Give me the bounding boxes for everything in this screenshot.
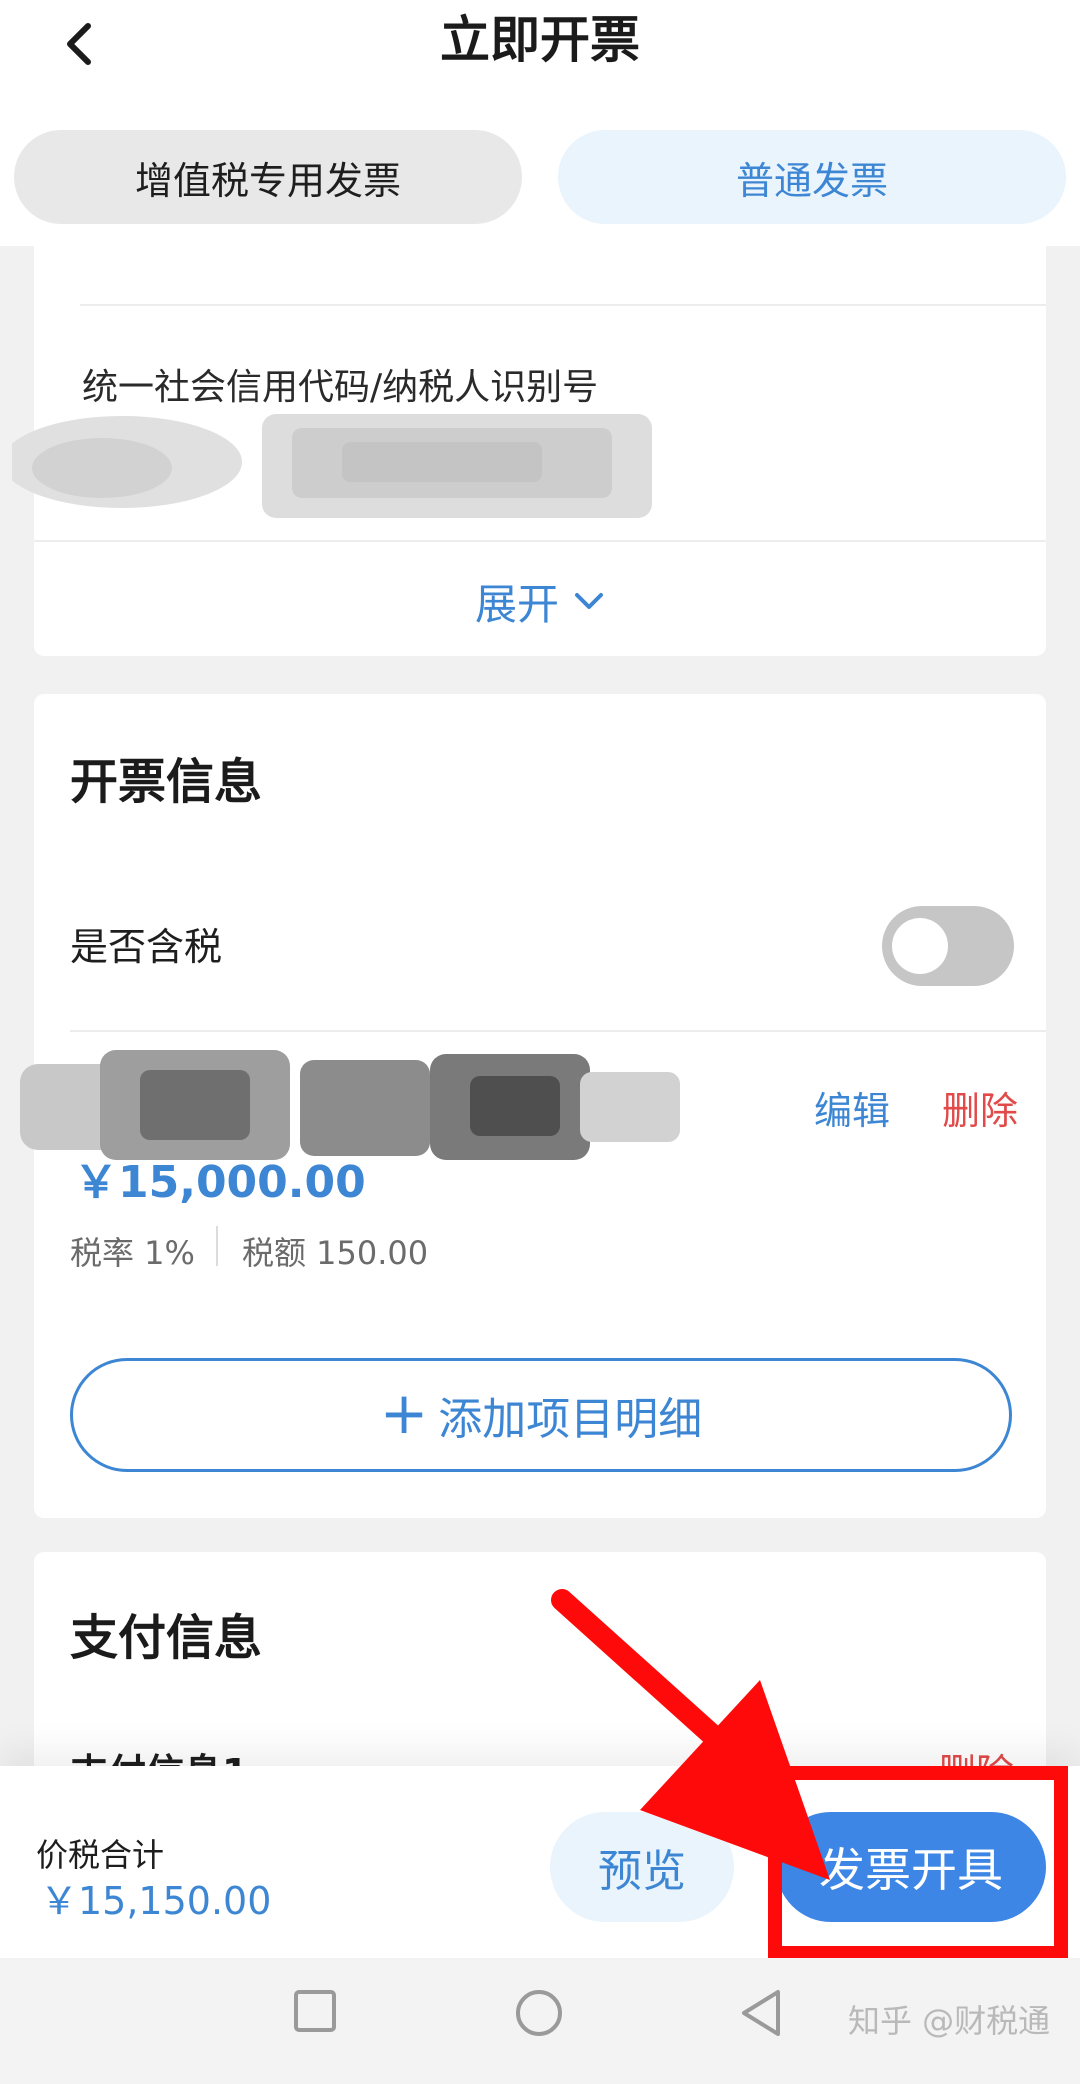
expand-label: 展开 bbox=[474, 579, 559, 629]
toggle-knob bbox=[892, 918, 948, 974]
divider bbox=[80, 304, 1046, 306]
chevron-down-icon bbox=[575, 593, 603, 609]
page-title: 立即开票 bbox=[440, 11, 640, 69]
invoice-info-card: 开票信息 是否含税 编辑 删除 ￥15,000.00 税率 1% 税额 150.… bbox=[20, 694, 1046, 1518]
item-tax-rate: 税率 1% bbox=[70, 1234, 195, 1272]
section-title-invoice-info: 开票信息 bbox=[70, 754, 263, 810]
tab-normal-invoice[interactable]: 普通发票 bbox=[558, 130, 1066, 224]
home-icon[interactable] bbox=[514, 1988, 564, 2038]
payment-info-card: 支付信息 支付信息1 删除 bbox=[34, 1552, 1046, 1795]
divider bbox=[216, 1226, 218, 1266]
add-item-button[interactable]: + 添加项目明细 bbox=[70, 1358, 1012, 1472]
recent-apps-icon[interactable] bbox=[292, 1988, 338, 2034]
edit-item-link[interactable]: 编辑 bbox=[814, 1080, 890, 1135]
item-tax-amount: 税额 150.00 bbox=[242, 1234, 429, 1272]
total-value: ￥15,150.00 bbox=[40, 1879, 272, 1923]
tab-vat-special-invoice[interactable]: 增值税专用发票 bbox=[14, 130, 522, 224]
add-item-label: 添加项目明细 bbox=[438, 1394, 703, 1445]
expand-button[interactable]: 展开 bbox=[34, 566, 1046, 636]
back-nav-icon[interactable] bbox=[738, 1988, 784, 2038]
delete-item-link[interactable]: 删除 bbox=[942, 1080, 1018, 1135]
annotation-highlight-box bbox=[768, 1766, 1068, 1960]
watermark: 知乎 @财税通 bbox=[848, 2002, 1051, 2040]
buyer-info-card: 统一社会信用代码/纳税人识别号 展开 bbox=[12, 246, 1046, 656]
item-amount: ￥15,000.00 bbox=[74, 1157, 366, 1208]
system-nav-bar: 知乎 @财税通 bbox=[0, 1958, 1080, 2084]
divider bbox=[70, 1030, 1046, 1032]
divider bbox=[34, 540, 1046, 542]
preview-button[interactable]: 预览 bbox=[550, 1812, 734, 1922]
credit-code-label: 统一社会信用代码/纳税人识别号 bbox=[82, 367, 599, 408]
redacted-credit-code bbox=[12, 414, 652, 518]
tax-included-toggle[interactable] bbox=[882, 906, 1014, 986]
plus-icon: + bbox=[379, 1379, 429, 1447]
section-title-payment-info: 支付信息 bbox=[70, 1610, 263, 1666]
tax-included-label: 是否含税 bbox=[70, 925, 223, 969]
app-header: 立即开票 增值税专用发票 普通发票 bbox=[0, 0, 1080, 246]
